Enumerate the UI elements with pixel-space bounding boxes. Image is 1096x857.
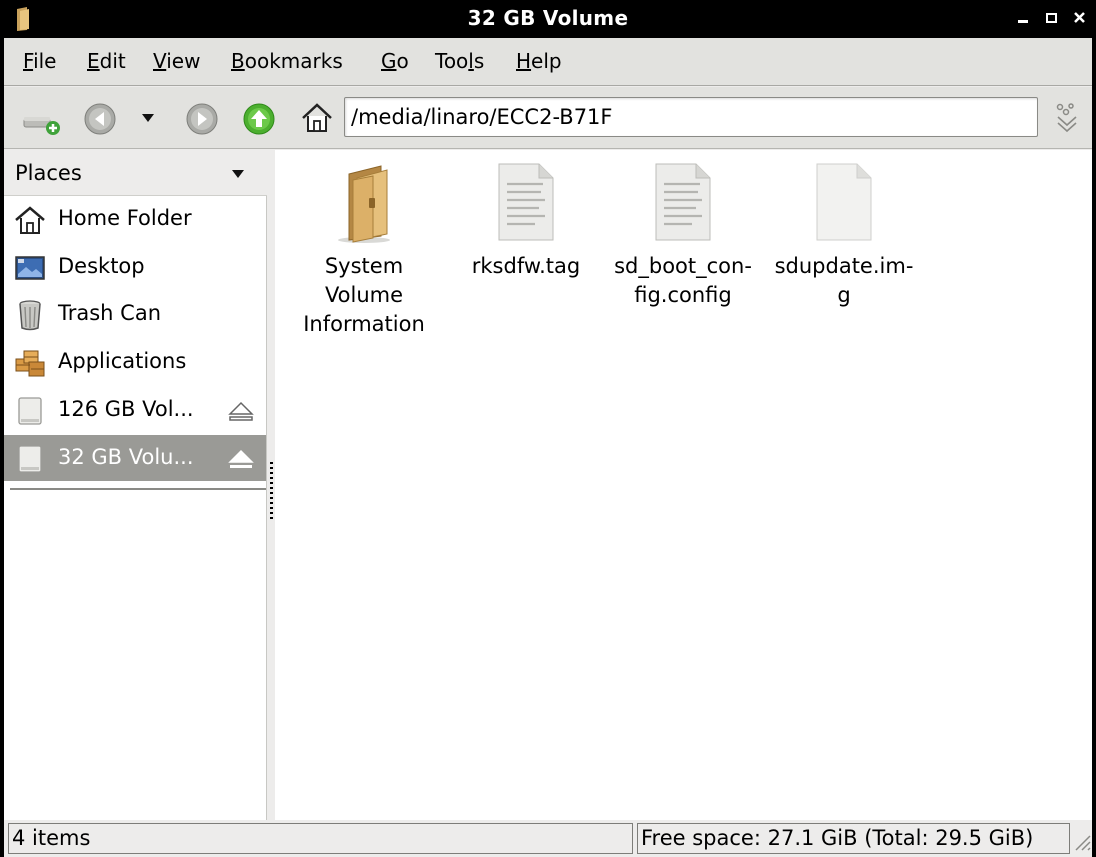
splitter-grip[interactable] (270, 462, 273, 520)
window-title: 32 GB Volume (467, 6, 629, 30)
sidebar-item-label: 126 GB Vol... (58, 397, 194, 421)
menu-help[interactable]: Help (516, 49, 562, 73)
history-dropdown-icon[interactable] (140, 111, 156, 125)
menu-bar: File Edit View Bookmarks Go Tools Help (4, 38, 1092, 86)
file-name: rksdfw.tag (471, 254, 581, 278)
home-icon[interactable] (300, 101, 334, 135)
file-manager-window: 32 GB Volume File Edit View Bookmarks Go… (0, 0, 1096, 857)
text-file-icon (655, 163, 711, 241)
file-name: sd_boot_con- fig.config (614, 254, 752, 307)
back-icon[interactable] (82, 101, 118, 137)
menu-view[interactable]: View (153, 49, 200, 73)
sidebar-item-32gb-volume[interactable]: 32 GB Volu... (4, 435, 266, 481)
file-item-system-volume-information[interactable]: System Volume Information (289, 162, 439, 339)
menu-go[interactable]: Go (381, 49, 409, 73)
status-bar: 4 items Free space: 27.1 GiB (Total: 29.… (4, 820, 1092, 857)
sidebar-item-desktop[interactable]: Desktop (4, 244, 266, 290)
title-bar[interactable]: 32 GB Volume (0, 0, 1096, 38)
up-icon[interactable] (241, 101, 277, 137)
sidebar-item-126gb-volume[interactable]: 126 GB Vol... (4, 387, 266, 433)
applications-icon (15, 350, 45, 377)
eject-icon[interactable] (227, 449, 255, 471)
sidebar-item-applications[interactable]: Applications (4, 339, 266, 385)
folder-icon (338, 165, 390, 243)
blank-file-icon (816, 163, 872, 241)
eject-icon[interactable] (227, 401, 255, 423)
file-item-sd-boot-config[interactable]: sd_boot_con- fig.config (608, 162, 758, 310)
close-icon[interactable] (1072, 10, 1088, 26)
menu-edit[interactable]: Edit (87, 49, 126, 73)
minimize-icon[interactable] (1016, 10, 1032, 26)
toolbar: /media/linaro/ECC2-B71F (4, 87, 1092, 149)
menu-tools[interactable]: Tools (435, 49, 484, 73)
file-name: System Volume Information (303, 254, 425, 336)
chevron-down-icon[interactable] (230, 168, 246, 180)
location-input[interactable]: /media/linaro/ECC2-B71F (344, 97, 1038, 137)
file-item-sdupdate-img[interactable]: sdupdate.im- g (769, 162, 919, 310)
drive-icon (18, 445, 42, 473)
text-file-icon (498, 163, 554, 241)
sidebar-item-home-folder[interactable]: Home Folder (4, 196, 266, 242)
desktop-icon (15, 256, 45, 280)
file-item-rksdfw-tag[interactable]: rksdfw.tag (451, 162, 601, 281)
home-folder-icon (15, 206, 45, 234)
menu-file[interactable]: File (23, 49, 56, 73)
location-bar-icon[interactable] (1050, 101, 1084, 135)
menu-bookmarks[interactable]: Bookmarks (231, 49, 343, 73)
file-view[interactable]: System Volume Information rksdfw.tag sd_… (275, 150, 1092, 820)
places-sidebar: Places Home Folder Desktop Trash Can App… (4, 150, 267, 820)
sidebar-item-label: 32 GB Volu... (58, 445, 194, 469)
sidebar-item-label: Home Folder (58, 206, 192, 230)
drive-icon (18, 397, 42, 425)
free-space: Free space: 27.1 GiB (Total: 29.5 GiB) (637, 823, 1070, 854)
maximize-icon[interactable] (1044, 10, 1060, 26)
places-label: Places (15, 161, 82, 185)
forward-icon[interactable] (184, 101, 220, 137)
sidebar-item-trash-can[interactable]: Trash Can (4, 291, 266, 337)
sidebar-item-label: Desktop (58, 254, 145, 278)
resize-grip-icon[interactable] (1070, 830, 1092, 854)
places-header[interactable]: Places (4, 150, 267, 196)
sidebar-item-label: Applications (58, 349, 187, 373)
trash-can-icon (19, 300, 41, 331)
file-name: sdupdate.im- g (774, 254, 914, 307)
new-tab-icon[interactable] (22, 103, 62, 137)
item-count: 4 items (8, 823, 633, 854)
selection-underline (10, 488, 266, 490)
sidebar-item-label: Trash Can (58, 301, 162, 325)
